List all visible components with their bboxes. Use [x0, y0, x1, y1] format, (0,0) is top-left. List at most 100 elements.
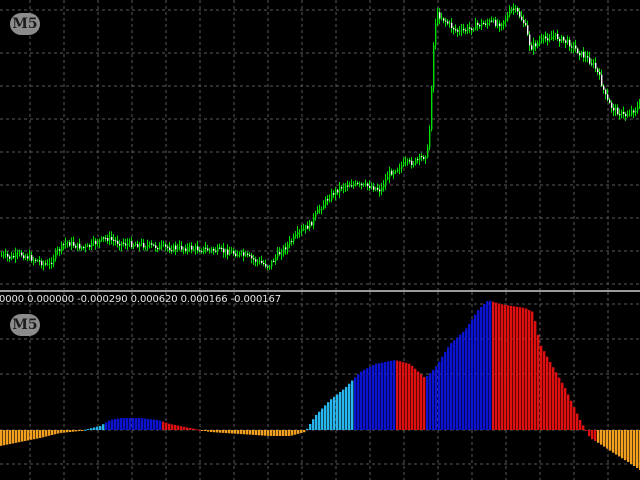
- histogram-bar: [618, 430, 621, 457]
- candle-body: [131, 241, 133, 247]
- candle-body: [289, 241, 291, 245]
- candle-body: [221, 247, 223, 249]
- histogram-bar: [576, 413, 579, 430]
- histogram-bar: [153, 419, 156, 430]
- candle-body: [317, 209, 319, 213]
- candle-body: [5, 253, 7, 255]
- histogram-bar: [459, 334, 462, 430]
- oscillator-histogram[interactable]: [0, 292, 640, 480]
- candle-body: [165, 244, 167, 247]
- oscillator-panel[interactable]: [0, 292, 640, 480]
- histogram-bar: [456, 337, 459, 430]
- histogram-bar: [63, 430, 66, 433]
- candle-body: [133, 245, 135, 247]
- histogram-bar: [564, 388, 567, 430]
- histogram-bar: [438, 361, 441, 430]
- candle-body: [485, 23, 487, 25]
- candle-body: [561, 36, 563, 42]
- histogram-bar: [243, 430, 246, 435]
- candle-body: [99, 239, 101, 243]
- histogram-bar: [117, 418, 120, 430]
- candle-body: [311, 221, 313, 226]
- histogram-bar: [255, 430, 258, 436]
- candle-body: [287, 244, 289, 250]
- candle-body: [637, 106, 639, 111]
- histogram-bar: [495, 302, 498, 430]
- candle-body: [3, 254, 5, 256]
- histogram-bar: [480, 307, 483, 430]
- histogram-bar: [279, 430, 282, 436]
- candle-body: [191, 245, 193, 250]
- histogram-bar: [228, 430, 231, 434]
- histogram-bar: [0, 430, 3, 446]
- candle-body: [113, 239, 115, 241]
- candle-body: [155, 245, 157, 248]
- histogram-bar: [6, 430, 9, 445]
- candle-body: [257, 261, 259, 263]
- candle-body: [397, 169, 399, 172]
- histogram-bar: [198, 429, 201, 431]
- candle-body: [277, 252, 279, 258]
- histogram-bar: [225, 430, 228, 434]
- candle-body: [455, 29, 457, 31]
- histogram-bar: [414, 368, 417, 430]
- histogram-bar: [324, 405, 327, 430]
- candle-body: [135, 244, 137, 246]
- histogram-bar: [546, 356, 549, 430]
- price-chart[interactable]: [0, 0, 640, 290]
- histogram-bar: [402, 362, 405, 430]
- price-chart-panel[interactable]: M5: [0, 0, 640, 290]
- histogram-bar: [69, 430, 72, 432]
- histogram-bar: [555, 372, 558, 430]
- candle-body: [17, 252, 19, 254]
- candle-body: [11, 256, 13, 259]
- candle-body: [305, 225, 307, 229]
- histogram-bar: [453, 340, 456, 430]
- candle-body: [343, 186, 345, 189]
- candle-body: [43, 263, 45, 266]
- candle-body: [543, 36, 545, 39]
- histogram-bar: [345, 386, 348, 430]
- histogram-bar: [330, 399, 333, 430]
- candle-body: [335, 189, 337, 195]
- histogram-bar: [81, 430, 84, 431]
- candle-body: [91, 242, 93, 247]
- candle-body: [607, 94, 609, 100]
- histogram-bar: [630, 430, 633, 464]
- candle-body: [507, 15, 509, 20]
- candle-body: [71, 241, 73, 246]
- histogram-bar: [174, 425, 177, 430]
- candle-body: [149, 243, 151, 246]
- candle-body: [375, 187, 377, 190]
- candle-body: [627, 114, 629, 117]
- candle-body: [137, 244, 139, 247]
- histogram-bar: [60, 430, 63, 433]
- candle-body: [367, 183, 369, 187]
- candle-body: [611, 102, 613, 108]
- candle-body: [623, 111, 625, 114]
- candle-body: [359, 183, 361, 185]
- histogram-bar: [510, 305, 513, 430]
- candle-body: [313, 217, 315, 226]
- candle-body: [35, 259, 37, 261]
- candle-body: [205, 247, 207, 249]
- candle-body: [249, 254, 251, 256]
- candle-body: [83, 246, 85, 248]
- histogram-bar: [267, 430, 270, 436]
- candle-body: [281, 253, 283, 255]
- histogram-bar: [234, 430, 237, 434]
- candle-body: [231, 251, 233, 253]
- candle-body: [299, 231, 301, 233]
- candle-body: [315, 212, 317, 218]
- histogram-bar: [240, 430, 243, 435]
- candle-body: [411, 160, 413, 166]
- histogram-bar: [204, 430, 207, 431]
- histogram-bar: [120, 418, 123, 430]
- histogram-bar: [294, 430, 297, 435]
- candle-body: [19, 252, 21, 254]
- candle-body: [503, 21, 505, 25]
- candle-body: [33, 259, 35, 261]
- candle-body: [497, 23, 499, 27]
- candle-body: [479, 25, 481, 27]
- candle-body: [57, 249, 59, 251]
